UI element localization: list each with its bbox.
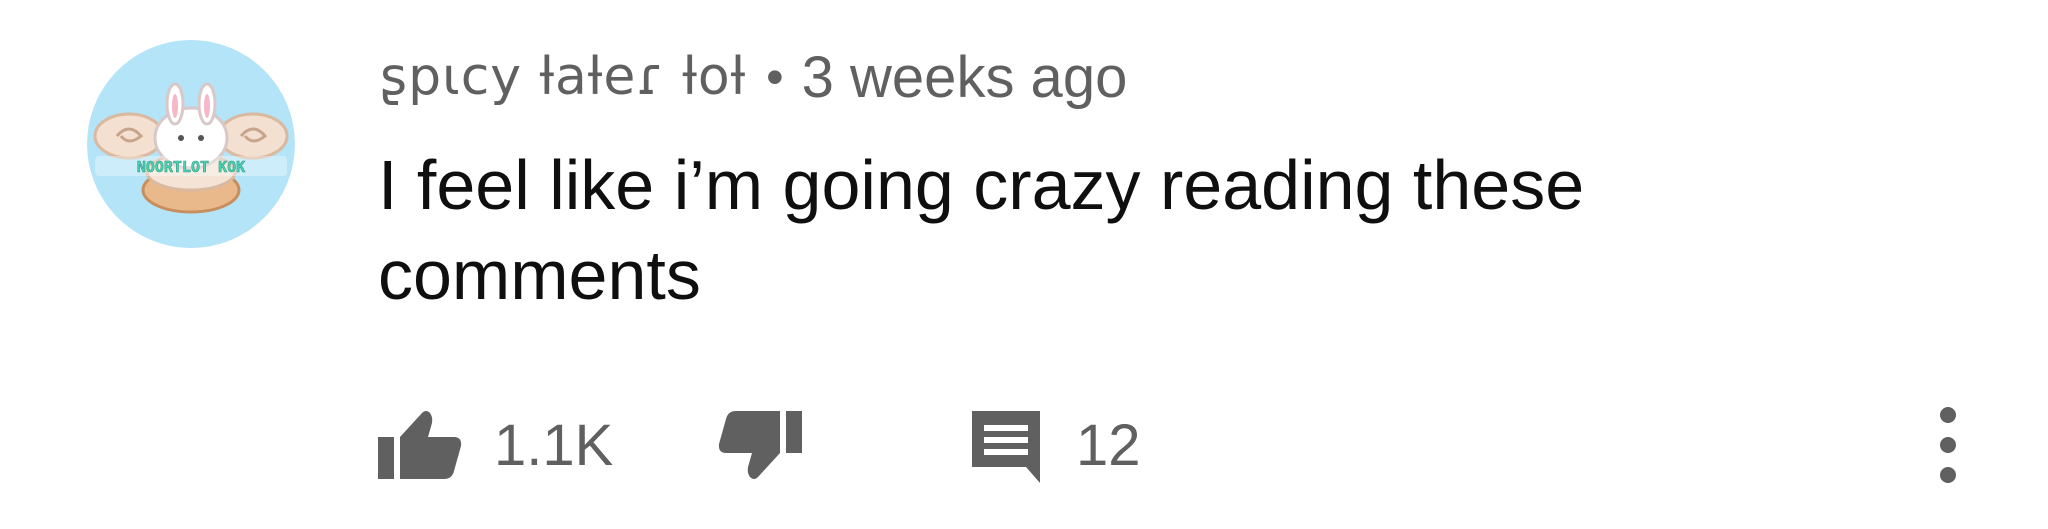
- comment-text: I feel like i’m going crazy reading thes…: [378, 146, 1585, 314]
- like-button[interactable]: 1.1K: [378, 400, 613, 490]
- avatar-label: NOORTLOT KOK: [137, 158, 245, 176]
- comment-header: ʂpɩcy ƚaƚeɾ ƚoƚ • 3 weeks ago: [380, 42, 1127, 112]
- reply-button[interactable]: 12: [968, 400, 1141, 490]
- thumbs-up-icon: [378, 409, 462, 481]
- avatar-image: NOORTLOT KOK: [87, 40, 295, 248]
- separator-dot: •: [766, 49, 784, 105]
- author-name[interactable]: ʂpɩcy ƚaƚeɾ ƚoƚ: [380, 47, 746, 107]
- reply-count: 12: [1076, 412, 1141, 478]
- comment-item: NOORTLOT KOK ʂpɩcy ƚaƚeɾ ƚoƚ • 3 weeks a…: [0, 0, 2048, 529]
- comment-actions: 1.1K 12: [378, 400, 1998, 490]
- avatar[interactable]: NOORTLOT KOK: [87, 40, 295, 248]
- comment-icon: [968, 407, 1044, 483]
- like-count: 1.1K: [494, 412, 614, 478]
- dislike-button[interactable]: [718, 400, 802, 490]
- comment-timestamp[interactable]: 3 weeks ago: [802, 44, 1128, 111]
- more-options-button[interactable]: [1938, 400, 1958, 490]
- thumbs-down-icon: [718, 409, 802, 481]
- more-vertical-icon: [1938, 405, 1958, 485]
